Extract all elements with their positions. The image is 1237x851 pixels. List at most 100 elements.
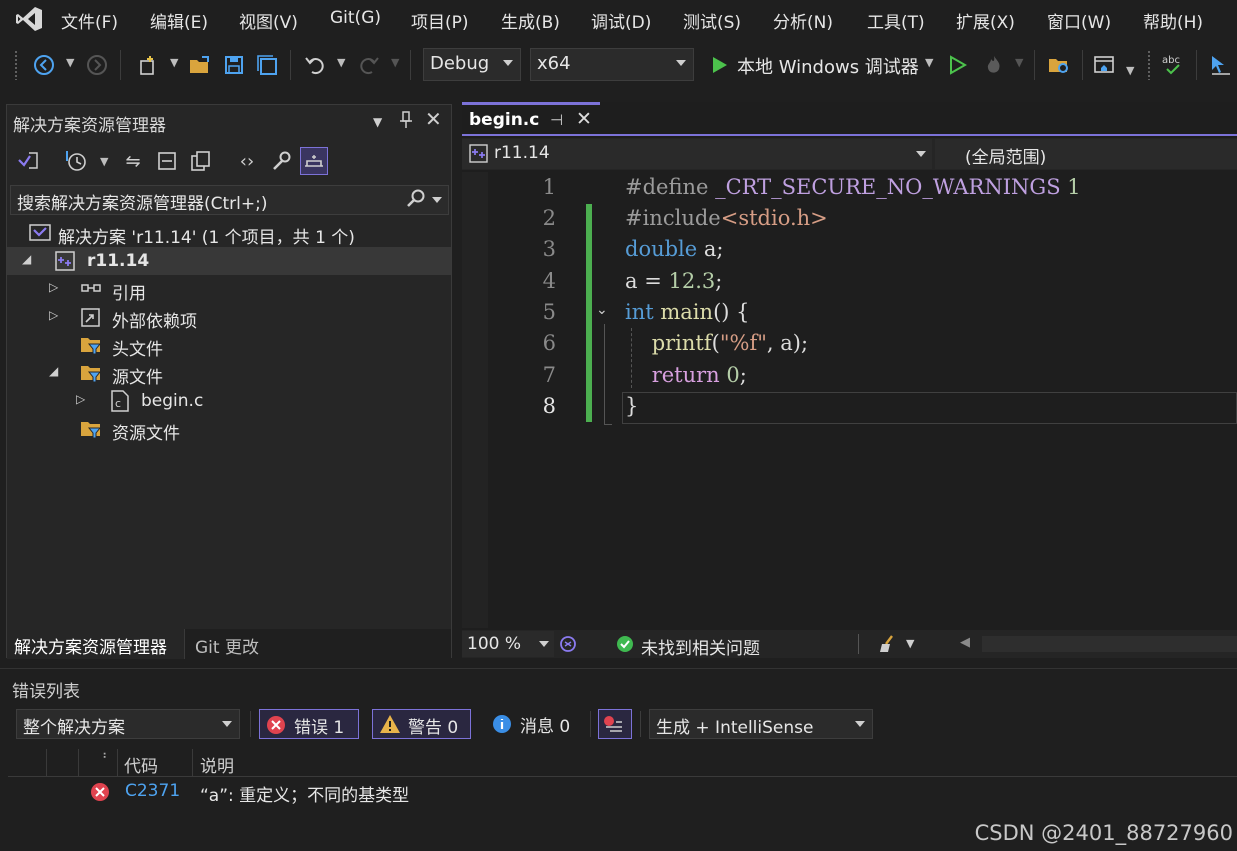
member-scope-dropdown[interactable]: (全局范围)	[935, 139, 1237, 169]
sync-with-active-document-icon[interactable]: ⇋	[119, 147, 147, 175]
search-options-dropdown-icon[interactable]	[432, 197, 442, 203]
document-tab[interactable]: begin.c ⊣ ✕	[462, 102, 600, 134]
new-project-icon[interactable]	[135, 52, 161, 78]
tree-item-project[interactable]: ◢ r11.14	[7, 247, 451, 275]
expanded-arrow-icon[interactable]: ◢	[49, 364, 58, 378]
show-all-files-icon[interactable]	[187, 147, 215, 175]
watermark: CSDN @2401_88727960	[974, 821, 1233, 845]
menu-build[interactable]: 生成(B)	[501, 8, 560, 33]
intellicode-icon[interactable]	[558, 634, 578, 654]
sort-indicator-icon[interactable]: ⠃	[102, 751, 111, 765]
undo-icon[interactable]	[302, 52, 328, 78]
window-layout-icon[interactable]	[1092, 52, 1118, 78]
properties-icon[interactable]	[267, 147, 295, 175]
start-without-debugging-icon[interactable]	[944, 52, 970, 78]
menu-git[interactable]: Git(G)	[330, 8, 381, 28]
find-in-files-icon[interactable]	[1046, 52, 1072, 78]
menu-window[interactable]: 窗口(W)	[1047, 8, 1111, 33]
errors-filter-button[interactable]: 错误 1	[259, 709, 359, 739]
menu-project[interactable]: 项目(P)	[411, 8, 469, 33]
expanded-arrow-icon[interactable]: ◢	[22, 252, 31, 266]
configuration-combo[interactable]: Debug	[423, 48, 521, 81]
pending-changes-filter-icon[interactable]	[63, 147, 91, 175]
pending-changes-dropdown-icon[interactable]: ▼	[100, 155, 108, 168]
code-line: return 0;	[651, 363, 747, 387]
view-code-icon[interactable]: ‹›	[233, 147, 261, 175]
collapsed-arrow-icon[interactable]: ▷	[76, 392, 85, 406]
menu-tools[interactable]: 工具(T)	[867, 8, 925, 33]
tab-solution-explorer[interactable]: 解决方案资源管理器	[7, 629, 185, 659]
menu-extensions[interactable]: 扩展(X)	[956, 8, 1015, 33]
undo-dropdown-icon[interactable]: ▼	[337, 56, 345, 69]
messages-filter-button[interactable]: 消息 0	[486, 709, 586, 739]
tree-item-header-files[interactable]: 头文件	[7, 331, 451, 360]
code-cleanup-dropdown-icon[interactable]: ▼	[906, 637, 914, 650]
column-code[interactable]: 代码	[124, 752, 158, 777]
error-code-link[interactable]: C2371	[125, 781, 180, 801]
tab-underline	[462, 134, 1237, 136]
code-cleanup-icon[interactable]	[878, 634, 900, 654]
solution-explorer-search-input[interactable]: 搜索解决方案资源管理器(Ctrl+;)	[10, 185, 449, 215]
issues-status[interactable]: 未找到相关问题	[641, 634, 760, 659]
tree-item-source-files[interactable]: ◢ 源文件	[7, 359, 451, 388]
warnings-filter-button[interactable]: 警告 0	[372, 709, 471, 739]
search-icon[interactable]	[406, 188, 426, 213]
collapsed-arrow-icon[interactable]: ▷	[49, 280, 58, 294]
save-icon[interactable]	[221, 52, 247, 78]
menu-file[interactable]: 文件(F)	[61, 8, 118, 33]
save-all-icon[interactable]	[254, 52, 280, 78]
start-debugging-button[interactable]: 本地 Windows 调试器	[737, 53, 919, 79]
tree-item-solution[interactable]: 解决方案 'r11.14' (1 个项目，共 1 个)	[7, 219, 451, 248]
zoom-value: 100 %	[467, 634, 522, 654]
code-line: double a;	[625, 237, 724, 261]
debugger-dropdown-icon[interactable]: ▼	[925, 56, 933, 69]
tab-git-changes[interactable]: Git 更改	[187, 629, 287, 659]
scroll-left-icon[interactable]: ◀	[960, 635, 970, 650]
tree-item-begin-c[interactable]: ▷ c begin.c	[7, 387, 451, 415]
collapsed-arrow-icon[interactable]: ▷	[49, 308, 58, 322]
pin-tab-icon[interactable]: ⊣	[550, 111, 563, 129]
open-file-icon[interactable]	[187, 52, 213, 78]
horizontal-scrollbar[interactable]	[982, 636, 1237, 652]
pointer-tool-icon[interactable]	[1207, 52, 1233, 78]
navigate-back-icon[interactable]	[31, 52, 57, 78]
panel-options-dropdown-icon[interactable]: ▼	[373, 115, 382, 129]
filter-folder-icon	[81, 366, 102, 383]
collapse-region-icon[interactable]: ⌄	[596, 302, 608, 318]
line-number: 7	[542, 363, 556, 387]
menu-edit[interactable]: 编辑(E)	[150, 8, 208, 33]
menu-analyze[interactable]: 分析(N)	[773, 8, 833, 33]
error-row[interactable]: C2371 “a”: 重定义；不同的基类型	[8, 779, 1237, 807]
tree-item-resource-files[interactable]: 资源文件	[7, 415, 451, 444]
zoom-combo[interactable]: 100 %	[462, 631, 554, 657]
error-source-combo[interactable]: 生成 + IntelliSense	[649, 709, 873, 739]
spell-check-icon[interactable]: abc	[1160, 52, 1186, 78]
visual-studio-logo-icon[interactable]	[14, 4, 44, 34]
start-debugging-icon[interactable]	[706, 52, 732, 78]
menu-help[interactable]: 帮助(H)	[1143, 8, 1203, 33]
project-scope-dropdown[interactable]: r11.14	[462, 139, 932, 169]
menu-test[interactable]: 测试(S)	[683, 8, 741, 33]
line-number: 5	[542, 300, 556, 324]
menu-view[interactable]: 视图(V)	[239, 8, 298, 33]
navigate-back-dropdown-icon[interactable]: ▼	[66, 56, 74, 69]
toolbar-grip[interactable]	[14, 50, 18, 80]
window-layout-dropdown-icon[interactable]: ▼	[1126, 64, 1134, 77]
error-scope-combo[interactable]: 整个解决方案	[16, 709, 240, 739]
new-project-dropdown-icon[interactable]: ▼	[170, 56, 178, 69]
close-icon[interactable]: ✕	[425, 107, 442, 131]
code-area[interactable]: 1 2 3 4 5 6 7 8 ⌄ #define _CRT_SECURE_NO…	[462, 172, 1237, 628]
toolbar-grip[interactable]	[1147, 50, 1151, 80]
switch-views-icon[interactable]	[15, 147, 43, 175]
close-tab-icon[interactable]: ✕	[576, 108, 592, 130]
code-line: a = 12.3;	[625, 269, 723, 293]
tree-item-external-dependencies[interactable]: ▷ 外部依赖项	[7, 303, 451, 332]
tree-item-references[interactable]: ▷ 引用	[7, 275, 451, 304]
preview-selected-items-icon[interactable]	[300, 147, 328, 175]
collapse-all-icon[interactable]	[153, 147, 181, 175]
menu-debug[interactable]: 调试(D)	[591, 8, 651, 33]
column-description[interactable]: 说明	[200, 752, 234, 777]
pin-icon[interactable]	[399, 111, 413, 133]
build-filter-button[interactable]	[598, 709, 632, 739]
platform-combo[interactable]: x64	[530, 48, 694, 81]
